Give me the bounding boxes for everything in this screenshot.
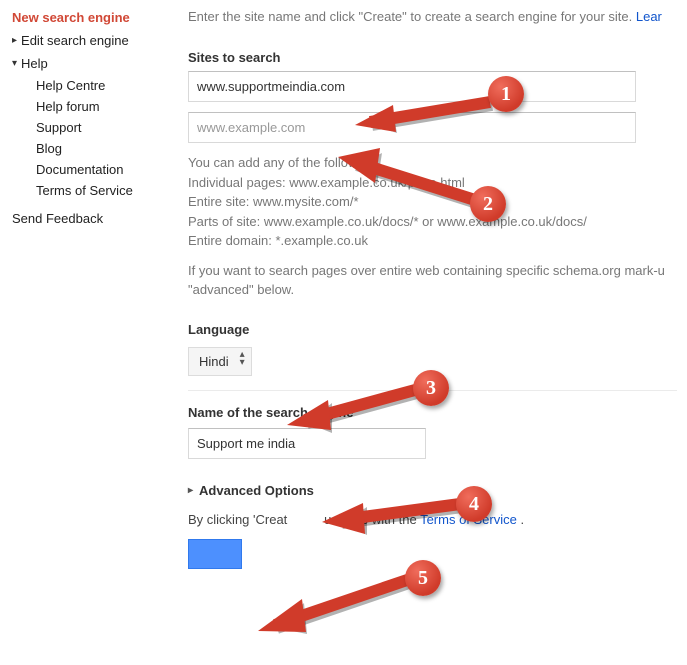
instruction-body: Enter the site name and click "Create" t…: [188, 9, 632, 24]
sidebar-help-label: Help: [21, 56, 48, 71]
schema-note: If you want to search pages over entire …: [188, 261, 677, 300]
sidebar-terms-of-service[interactable]: Terms of Service: [36, 180, 172, 201]
agree-text: By clicking 'Creat xx xx u agree with th…: [188, 512, 677, 527]
hint-val: www.example.co.uk/page.html: [289, 175, 465, 190]
sidebar-item-label: Help forum: [36, 99, 100, 114]
sidebar-help-centre[interactable]: Help Centre: [36, 75, 172, 96]
language-select[interactable]: Hindi ▴▾: [188, 347, 252, 376]
sidebar-edit-label: Edit search engine: [21, 33, 129, 48]
advanced-options-toggle[interactable]: ▸ Advanced Options: [188, 483, 677, 498]
language-label: Language: [188, 322, 677, 337]
sidebar-item-label: Send Feedback: [12, 211, 103, 226]
sidebar-new-search-engine[interactable]: New search engine: [12, 6, 172, 29]
updown-icon: ▴▾: [240, 351, 245, 367]
main-content: Enter the site name and click "Create" t…: [172, 6, 687, 569]
language-value: Hindi: [199, 354, 229, 369]
hint-key: Entire site:: [188, 194, 249, 209]
sidebar-send-feedback[interactable]: Send Feedback: [12, 207, 172, 230]
sidebar: New search engine ▸ Edit search engine ▾…: [6, 6, 172, 569]
instruction-text: Enter the site name and click "Create" t…: [188, 6, 677, 40]
sidebar-help-submenu: Help Centre Help forum Support Blog Docu…: [12, 75, 172, 201]
create-button[interactable]: [188, 539, 242, 569]
hint-row: Entire site: www.mysite.com/*: [188, 192, 677, 212]
hint-row: Individual pages: www.example.co.uk/page…: [188, 173, 677, 193]
caret-right-icon: ▸: [188, 485, 193, 496]
sidebar-item-label: Blog: [36, 141, 62, 156]
sidebar-support[interactable]: Support: [36, 117, 172, 138]
caret-right-icon: ▸: [12, 35, 17, 46]
annotation-arrow-5: [240, 565, 440, 645]
sidebar-item-label: Support: [36, 120, 82, 135]
sidebar-blog[interactable]: Blog: [36, 138, 172, 159]
sidebar-help[interactable]: ▾ Help: [12, 52, 172, 75]
hint-key: Entire domain:: [188, 233, 272, 248]
engine-name-label: Name of the search engine: [188, 405, 677, 420]
sidebar-new-label: New search engine: [12, 10, 130, 25]
hint-val: www.mysite.com/*: [253, 194, 358, 209]
hint-row: Parts of site: www.example.co.uk/docs/* …: [188, 212, 677, 232]
sites-to-search-label: Sites to search: [188, 50, 677, 65]
divider: [188, 390, 677, 391]
engine-name-input[interactable]: [188, 428, 426, 459]
sidebar-item-label: Terms of Service: [36, 183, 133, 198]
learn-more-link[interactable]: Lear: [636, 9, 662, 24]
annotation-number: 5: [418, 567, 428, 590]
agree-mid: u agree with the: [324, 512, 420, 527]
hint-key: Parts of site:: [188, 214, 260, 229]
caret-down-icon: ▾: [12, 58, 17, 69]
sidebar-edit-search-engine[interactable]: ▸ Edit search engine: [12, 29, 172, 52]
agree-prefix: By clicking 'Creat: [188, 512, 287, 527]
sidebar-item-label: Documentation: [36, 162, 123, 177]
hint-val: www.example.co.uk/docs/* or www.example.…: [264, 214, 587, 229]
sidebar-item-label: Help Centre: [36, 78, 105, 93]
sidebar-documentation[interactable]: Documentation: [36, 159, 172, 180]
hint-key: Individual pages:: [188, 175, 286, 190]
site-input-2[interactable]: [188, 112, 636, 143]
hints-intro: You can add any of the following:: [188, 153, 677, 173]
hint-val: *.example.co.uk: [275, 233, 368, 248]
hints-block: You can add any of the following: Indivi…: [188, 153, 677, 300]
agree-suffix: .: [521, 512, 525, 527]
terms-of-service-link[interactable]: Terms of Service: [420, 512, 517, 527]
hint-row: Entire domain: *.example.co.uk: [188, 231, 677, 251]
site-input-1[interactable]: [188, 71, 636, 102]
sidebar-help-forum[interactable]: Help forum: [36, 96, 172, 117]
advanced-label: Advanced Options: [199, 483, 314, 498]
